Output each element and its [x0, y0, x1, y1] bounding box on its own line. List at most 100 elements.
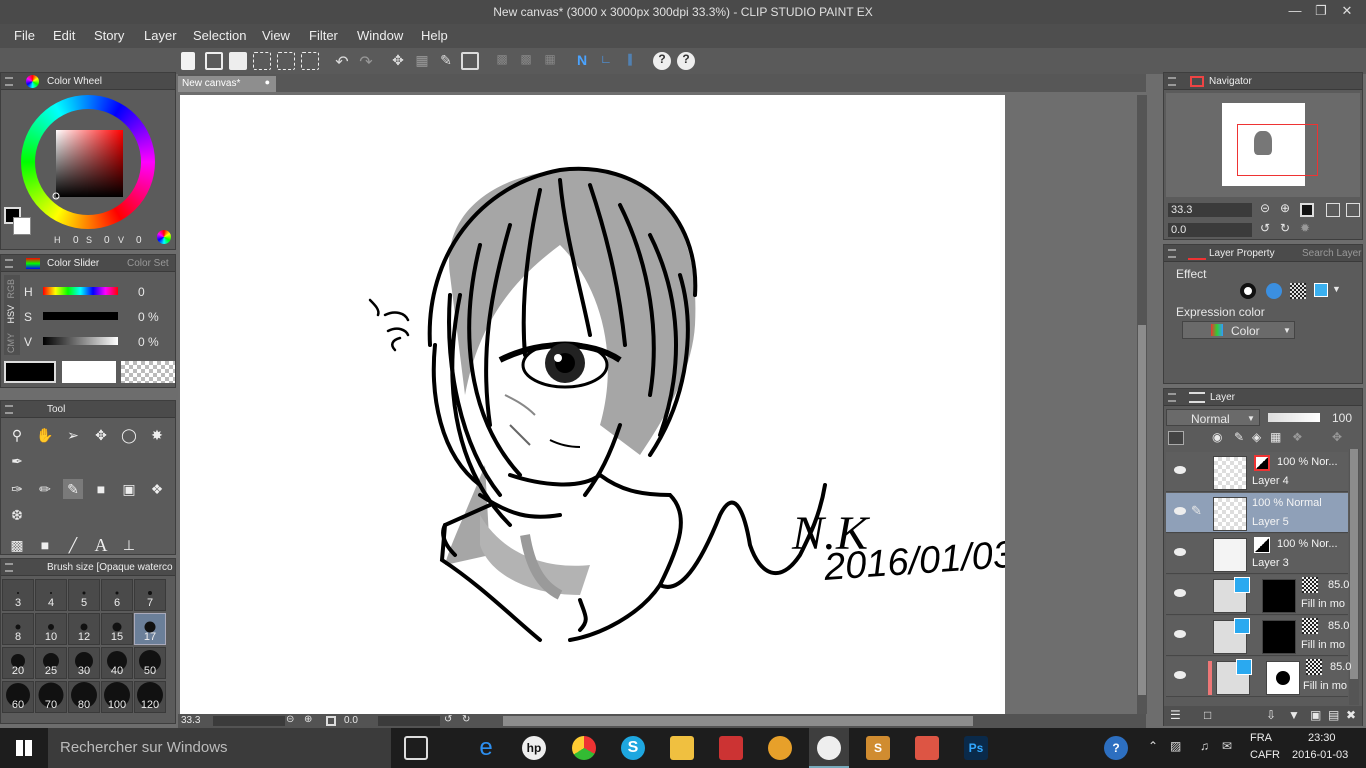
value-slider[interactable] [43, 337, 118, 345]
transparent-color-box[interactable] [121, 361, 175, 383]
menu-file[interactable]: File [14, 28, 35, 43]
nav-rotate-left-icon[interactable]: ↺ [1260, 221, 1270, 235]
brush-size-cell[interactable]: 4 [35, 579, 67, 611]
layer-row-selected[interactable]: ✎ 100 % Normal Layer 5 [1166, 493, 1348, 533]
brush-size-cell[interactable]: 100 [101, 681, 133, 713]
windows-start-icon[interactable] [16, 740, 32, 756]
grip-icon[interactable] [1168, 393, 1176, 402]
eye-icon[interactable] [1174, 466, 1186, 474]
eye-icon[interactable] [1174, 507, 1186, 515]
canvas-vertical-scrollbar[interactable] [1137, 95, 1147, 714]
grip-icon[interactable] [1168, 77, 1176, 86]
brush-size-cell[interactable]: 12 [68, 613, 100, 645]
app-icon-3[interactable] [915, 736, 939, 760]
nav-flip-v-icon[interactable] [1346, 203, 1360, 217]
pen-tool-icon[interactable]: ✑ [7, 479, 27, 499]
hue-slider[interactable] [43, 287, 118, 295]
color-wheel[interactable] [21, 95, 157, 231]
line-tool-icon[interactable]: ╱ [63, 535, 83, 555]
lock-layer-icon[interactable]: ◈ [1252, 430, 1261, 444]
menu-selection[interactable]: Selection [193, 28, 246, 43]
nav-flip-h-icon[interactable] [1326, 203, 1340, 217]
photoshop-icon[interactable]: Ps [964, 736, 988, 760]
tool-panel-title[interactable]: Tool [47, 404, 65, 415]
layer-color-effect-icon[interactable] [1314, 283, 1328, 297]
brush-size-title[interactable]: Brush size [Opaque watercolor] [47, 562, 173, 573]
volume-icon[interactable]: ♫ [1200, 739, 1209, 753]
zoom-tool-icon[interactable]: ⚲ [7, 425, 27, 445]
clock-date[interactable]: 2016-01-03 [1292, 749, 1348, 761]
new-raster-layer-icon[interactable]: □ [1204, 708, 1211, 722]
undo-icon[interactable]: ↶ [333, 52, 351, 71]
border-effect-icon[interactable] [1240, 283, 1256, 299]
layer-color-icon[interactable] [1168, 431, 1184, 445]
grip-icon[interactable] [5, 563, 13, 572]
tab-close-icon[interactable]: ● [265, 77, 270, 87]
brush-size-cell[interactable]: 80 [68, 681, 100, 713]
nav-fit-icon[interactable] [1300, 203, 1314, 217]
color-wheel-title[interactable]: Color Wheel [47, 76, 102, 87]
sub-color-swatch[interactable] [13, 217, 31, 235]
angle-slider[interactable] [378, 716, 440, 726]
new-file-icon[interactable] [181, 52, 195, 70]
open-folder-icon[interactable] [205, 52, 223, 70]
brush-size-cell[interactable]: 40 [101, 647, 133, 679]
brush-size-cell[interactable]: 3 [2, 579, 34, 611]
move-layer-icon[interactable]: ✥ [91, 425, 111, 445]
cmy-tab[interactable]: CMY [6, 333, 16, 353]
hp-icon[interactable]: hp [522, 736, 546, 760]
brush-size-cell[interactable]: 15 [101, 613, 133, 645]
draft-layer-icon[interactable]: ✎ [1234, 430, 1244, 444]
brush-size-cell[interactable]: 17 [134, 613, 166, 645]
menu-edit[interactable]: Edit [53, 28, 75, 43]
expand-canvas-icon[interactable] [461, 52, 479, 70]
nav-rotate-right-icon[interactable]: ↻ [1280, 221, 1290, 235]
hsv-tab[interactable]: HSV [6, 305, 16, 324]
pencil-tool-icon[interactable]: ✏ [35, 479, 55, 499]
saturation-slider[interactable] [43, 312, 118, 320]
fit-view-icon[interactable] [326, 716, 336, 726]
layer-row[interactable]: 100 % Nor... Layer 4 [1166, 452, 1348, 492]
sub-color-box[interactable] [62, 361, 116, 383]
brush-size-cell[interactable]: 60 [2, 681, 34, 713]
color-slider-title[interactable]: Color Slider [47, 258, 99, 269]
mask-enable-icon[interactable]: ❖ [1292, 430, 1303, 444]
layer-row[interactable]: 85.0 Fill in mo [1166, 575, 1349, 615]
layer-name[interactable]: Fill in mo [1301, 598, 1347, 610]
tab-new-canvas[interactable]: New canvas* ● [178, 76, 276, 92]
brush-size-cell[interactable]: 7 [134, 579, 166, 611]
chevron-up-icon[interactable]: ⌃ [1148, 739, 1158, 753]
app-icon-1[interactable] [719, 736, 743, 760]
nav-zoom-slider[interactable]: 33.3 [1168, 203, 1252, 217]
blend-mode-select[interactable]: Normal ▼ [1166, 409, 1260, 426]
grip-icon[interactable] [5, 405, 13, 414]
blend-tool-icon[interactable]: ❖ [147, 479, 167, 499]
maximize-icon[interactable]: ❐ [1312, 3, 1330, 19]
brush-size-cell[interactable]: 50 [134, 647, 166, 679]
nav-angle-slider[interactable]: 0.0 [1168, 223, 1252, 237]
chrome-icon[interactable] [572, 736, 596, 760]
eye-icon[interactable] [1174, 671, 1186, 679]
layer-name[interactable]: Layer 4 [1252, 475, 1289, 487]
merge-layer-icon[interactable]: ▼ [1288, 708, 1300, 722]
ruler-visible-icon[interactable]: ✥ [1332, 430, 1342, 444]
clear-icon[interactable]: ▩ [493, 52, 511, 70]
fill-tool-icon[interactable]: ❆ [7, 505, 27, 525]
eraser-tool-icon[interactable]: ▣ [119, 479, 139, 499]
search-layer-tab[interactable]: Search Layer [1302, 248, 1361, 259]
nav-zoom-in-icon[interactable]: ⊕ [1280, 201, 1290, 215]
nav-zoom-out-icon[interactable]: ⊝ [1260, 201, 1270, 215]
rotate-left-icon[interactable]: ↺ [444, 714, 452, 725]
menu-filter[interactable]: Filter [309, 28, 338, 43]
eye-icon[interactable] [1174, 589, 1186, 597]
brush-size-cell[interactable]: 25 [35, 647, 67, 679]
eye-icon[interactable] [1174, 548, 1186, 556]
crop-icon[interactable]: ▩ [517, 52, 535, 70]
layer-name[interactable]: Fill in mo [1303, 680, 1347, 692]
grip-icon[interactable] [5, 259, 13, 268]
scrollbar-thumb[interactable] [1138, 325, 1146, 695]
menu-view[interactable]: View [262, 28, 290, 43]
redo-icon[interactable]: ↷ [357, 52, 375, 71]
text-tool-icon[interactable]: A [91, 535, 111, 555]
lock-transparency-icon[interactable]: ▦ [1270, 430, 1281, 444]
